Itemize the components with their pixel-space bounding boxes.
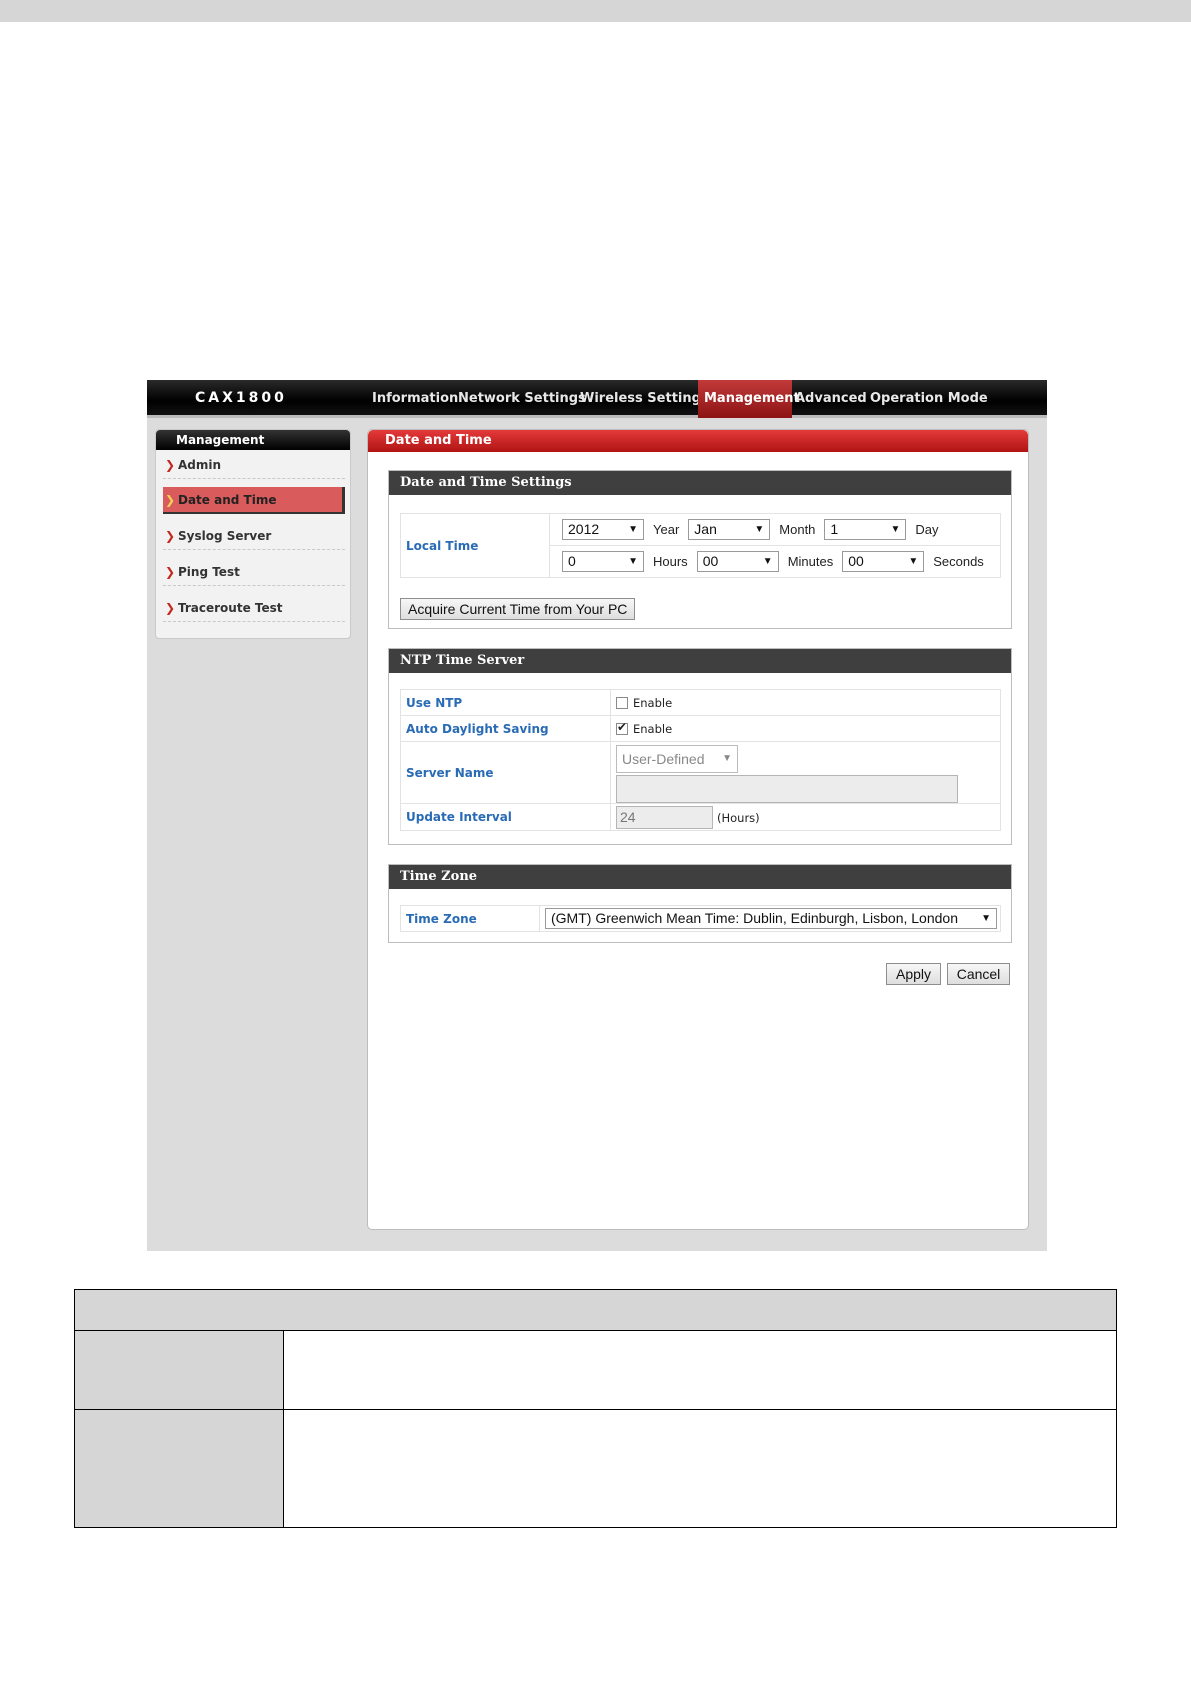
chevron-right-icon: ❯	[165, 493, 176, 507]
dropdown-arrow-icon: ▼	[981, 913, 991, 924]
main-panel: Date and Time Date and Time Settings Loc…	[367, 429, 1029, 1230]
local-time-label: Local Time	[400, 513, 550, 578]
dropdown-arrow-icon: ▼	[762, 556, 773, 567]
acquire-time-button[interactable]: Acquire Current Time from Your PC	[400, 598, 636, 620]
time-zone-section: Time Zone Time Zone (GMT) Greenwich Mean…	[388, 864, 1012, 943]
table-row	[74, 1330, 1117, 1410]
auto-daylight-saving-label: Auto Daylight Saving	[400, 715, 611, 742]
minutes-unit: Minutes	[787, 554, 834, 569]
sidebar-item-label: Traceroute Test	[178, 601, 283, 615]
chevron-right-icon: ❯	[165, 458, 176, 472]
time-zone-select[interactable]: (GMT) Greenwich Mean Time: Dublin, Edinb…	[545, 908, 997, 929]
dropdown-arrow-icon: ▼	[754, 524, 765, 535]
dropdown-arrow-icon: ▼	[722, 753, 732, 764]
year-unit: Year	[653, 522, 680, 537]
auto-daylight-saving-checkbox[interactable]	[616, 720, 628, 735]
section-title: Time Zone	[389, 865, 1011, 889]
date-time-settings-section: Date and Time Settings Local Time 2012 ▼ Y…	[388, 470, 1012, 629]
ntp-table: Use NTP Enable Auto Daylight Saving Enab…	[400, 689, 1001, 831]
update-interval-input[interactable]: 24	[616, 806, 713, 829]
day-unit: Day	[915, 522, 939, 537]
seconds-select[interactable]: 00 ▼	[842, 551, 925, 572]
table-row	[74, 1409, 1117, 1528]
brand-logo: CAX1800	[195, 390, 287, 406]
sidebar-item-ping-test[interactable]: ❯ Ping Test	[163, 558, 345, 586]
time-zone-label: Time Zone	[400, 905, 540, 932]
page-top-bar	[0, 0, 1191, 22]
nav-operation-mode[interactable]: Operation Mode	[864, 380, 994, 418]
table-cell-label	[74, 1409, 284, 1528]
description-table	[74, 1289, 1117, 1528]
sidebar-item-admin[interactable]: ❯ Admin	[163, 451, 345, 479]
use-ntp-checkbox[interactable]	[616, 696, 628, 709]
sidebar-item-date-and-time[interactable]: ❯ Date and Time	[163, 487, 345, 514]
section-title: NTP Time Server	[389, 649, 1011, 673]
minutes-select[interactable]: 00 ▼	[696, 551, 779, 572]
server-name-input[interactable]	[616, 775, 958, 803]
dropdown-arrow-icon: ▼	[908, 556, 919, 567]
month-unit: Month	[779, 522, 816, 537]
sidebar-item-traceroute-test[interactable]: ❯ Traceroute Test	[163, 594, 345, 622]
nav-network-settings[interactable]: Network Settings	[452, 380, 592, 418]
sidebar-title: Management	[156, 430, 350, 450]
router-admin-screenshot: CAX1800 Information Network Settings Wir…	[147, 380, 1047, 1251]
dropdown-arrow-icon: ▼	[628, 524, 638, 535]
nav-information[interactable]: Information	[366, 380, 464, 418]
nav-management[interactable]: Management	[698, 380, 800, 418]
sidebar-item-label: Syslog Server	[178, 529, 272, 543]
table-cell-description	[283, 1330, 1117, 1410]
year-select[interactable]: 2012 ▼	[562, 519, 644, 540]
hours-unit: Hours	[653, 554, 688, 569]
table-header-row	[74, 1289, 1117, 1331]
cancel-button[interactable]: Cancel	[947, 963, 1010, 985]
table-cell-description	[283, 1409, 1117, 1528]
seconds-unit: Seconds	[933, 554, 984, 569]
update-interval-unit: (Hours)	[717, 811, 760, 825]
server-name-select[interactable]: User-Defined ▼	[616, 745, 738, 773]
page-title: Date and Time	[368, 430, 1028, 452]
nav-wireless-settings[interactable]: Wireless Settings	[574, 380, 715, 418]
update-interval-label: Update Interval	[400, 803, 611, 831]
chevron-right-icon: ❯	[165, 565, 176, 579]
dropdown-arrow-icon: ▼	[628, 556, 638, 567]
use-ntp-enable-text: Enable	[633, 695, 673, 710]
local-time-table: Local Time 2012 ▼ Year Jan ▼ Month 1 ▼ Day 0 ▼ Hou…	[400, 513, 1001, 578]
chevron-right-icon: ❯	[165, 529, 176, 543]
sidebar-item-label: Date and Time	[178, 493, 277, 507]
sidebar-item-label: Admin	[178, 458, 222, 472]
day-select[interactable]: 1 ▼	[824, 519, 907, 540]
dropdown-arrow-icon: ▼	[890, 524, 901, 535]
nav-advanced[interactable]: Advanced	[789, 380, 873, 418]
sidebar-item-label: Ping Test	[178, 565, 240, 579]
section-title: Date and Time Settings	[389, 471, 1011, 495]
top-navigation: CAX1800 Information Network Settings Wir…	[147, 380, 1047, 418]
use-ntp-label: Use NTP	[400, 689, 611, 716]
table-cell-label	[74, 1330, 284, 1410]
hours-select[interactable]: 0 ▼	[562, 551, 644, 572]
month-select[interactable]: Jan ▼	[688, 519, 771, 540]
apply-button[interactable]: Apply	[886, 963, 941, 985]
time-zone-table: Time Zone (GMT) Greenwich Mean Time: Dub…	[400, 905, 1001, 932]
chevron-right-icon: ❯	[165, 601, 176, 615]
auto-daylight-saving-enable-text: Enable	[633, 721, 673, 736]
sidebar: Management ❯ Admin ❯ Date and Time ❯ Sys…	[155, 429, 351, 639]
sidebar-item-syslog-server[interactable]: ❯ Syslog Server	[163, 522, 345, 550]
server-name-label: Server Name	[400, 741, 611, 804]
ntp-time-server-section: NTP Time Server Use NTP Enable Auto Dayl…	[388, 648, 1012, 845]
